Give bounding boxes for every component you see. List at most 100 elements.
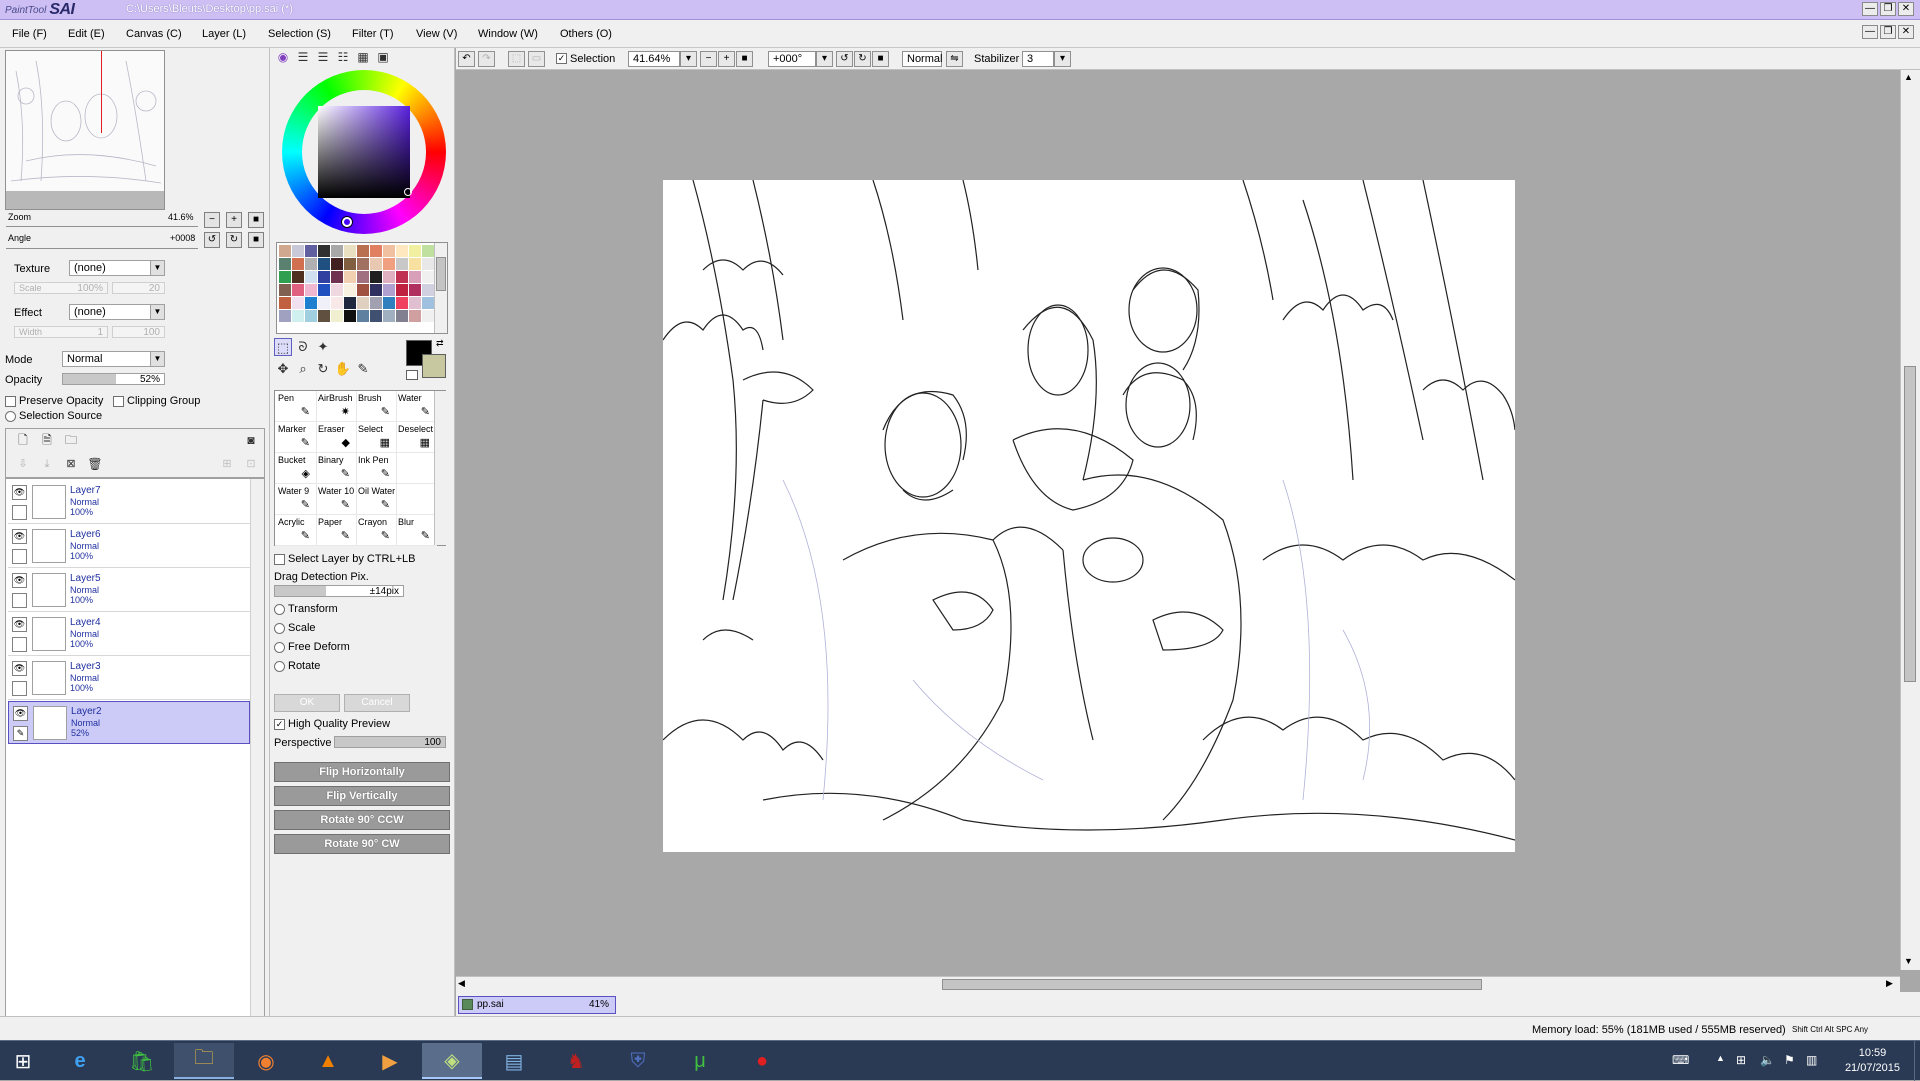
- undo-icon[interactable]: ↶: [458, 51, 475, 67]
- record-app-icon[interactable]: ●: [732, 1043, 792, 1079]
- doc-minimize-button[interactable]: —: [1862, 25, 1878, 39]
- preserve-opacity-checkbox[interactable]: [5, 396, 16, 407]
- brush-slot[interactable]: [395, 453, 437, 484]
- selection-visible-checkbox[interactable]: ✓: [556, 53, 567, 64]
- color-swatch[interactable]: [344, 258, 356, 270]
- eye-icon[interactable]: 👁: [13, 706, 28, 721]
- magic-wand-icon[interactable]: ✦: [314, 338, 332, 356]
- eye-icon[interactable]: 👁: [12, 485, 27, 500]
- apply-mask-icon[interactable]: ⊞: [218, 455, 236, 473]
- brush-slot[interactable]: Eraser ◆: [315, 422, 357, 453]
- taskbar-clock[interactable]: 10:59 21/07/2015: [1845, 1046, 1900, 1076]
- shield-app-icon[interactable]: ⛨: [608, 1043, 668, 1079]
- color-swatch[interactable]: [344, 310, 356, 322]
- rotate-reset-icon[interactable]: ■: [872, 51, 889, 67]
- color-swatch[interactable]: [292, 310, 304, 322]
- navigator-preview[interactable]: [5, 50, 165, 210]
- zoom-actual-icon[interactable]: ■: [736, 51, 753, 67]
- zoom-out-icon[interactable]: −: [700, 51, 717, 67]
- color-swatch[interactable]: [318, 284, 330, 296]
- new-layer-icon[interactable]: 🗋: [14, 431, 32, 449]
- file-explorer-icon[interactable]: 🗀: [174, 1043, 234, 1079]
- brush-slot[interactable]: AirBrush ✷: [315, 391, 357, 422]
- brush-slot[interactable]: Oil Water ✎: [355, 484, 397, 515]
- color-swatch[interactable]: [292, 245, 304, 257]
- scratchpad-tab-icon[interactable]: ▣: [374, 48, 392, 66]
- flip-view-icon[interactable]: ⇋: [946, 51, 963, 67]
- vlc-icon[interactable]: ▲: [298, 1043, 358, 1079]
- menu-others[interactable]: Others (O): [560, 28, 612, 40]
- color-swatch[interactable]: [370, 258, 382, 270]
- color-swatch[interactable]: [422, 284, 434, 296]
- swatches-scrollbar[interactable]: [434, 243, 447, 333]
- color-swatch[interactable]: [279, 284, 291, 296]
- color-swatch[interactable]: [422, 310, 434, 322]
- chevron-down-icon[interactable]: ▾: [1054, 51, 1071, 67]
- artboard[interactable]: [663, 180, 1515, 852]
- color-wheel-tab-icon[interactable]: ◉: [274, 48, 292, 66]
- canvas-vertical-scrollbar[interactable]: ▲ ▼: [1900, 70, 1920, 970]
- color-swatch[interactable]: [292, 284, 304, 296]
- color-swatch[interactable]: [305, 271, 317, 283]
- color-swatch[interactable]: [305, 284, 317, 296]
- zoom-in-button[interactable]: +: [226, 212, 242, 228]
- minimize-button[interactable]: —: [1862, 2, 1878, 16]
- menu-window[interactable]: Window (W): [478, 28, 538, 40]
- scroll-left-icon[interactable]: ◀: [458, 978, 465, 989]
- color-swatch[interactable]: [409, 310, 421, 322]
- brush-slot[interactable]: Paper ✎: [315, 515, 357, 546]
- layer-panel-toggle-icon[interactable]: ◙: [242, 431, 260, 449]
- brush-slot[interactable]: [395, 484, 437, 515]
- color-swatch[interactable]: [344, 284, 356, 296]
- clear-layer-icon[interactable]: ⊠: [62, 455, 80, 473]
- merge-down-icon[interactable]: ⤓: [38, 455, 56, 473]
- opacity-slider[interactable]: 52%: [62, 373, 165, 385]
- color-swatch[interactable]: [383, 310, 395, 322]
- windows-tray-icon[interactable]: ⊞: [1736, 1053, 1746, 1067]
- canvas-horizontal-scroll-thumb[interactable]: [942, 979, 1482, 990]
- rotate-cw-button[interactable]: Rotate 90° CW: [274, 834, 450, 854]
- brush-slot[interactable]: Water 9 ✎: [275, 484, 317, 515]
- color-swatch[interactable]: [357, 284, 369, 296]
- new-linked-layer-icon[interactable]: 🗎: [38, 431, 56, 449]
- layer-pen-toggle[interactable]: [12, 681, 27, 696]
- color-swatch[interactable]: [279, 258, 291, 270]
- brush-slot[interactable]: Ink Pen ✎: [355, 453, 397, 484]
- color-swatch[interactable]: [318, 245, 330, 257]
- document-tab[interactable]: pp.sai 41%: [458, 996, 616, 1014]
- selection-source-radio[interactable]: [5, 411, 16, 422]
- rect-select-icon[interactable]: ⬚: [274, 338, 292, 356]
- color-swatch[interactable]: [318, 310, 330, 322]
- color-swatch[interactable]: [396, 271, 408, 283]
- color-swatch[interactable]: [409, 258, 421, 270]
- layer-row[interactable]: 👁 Layer7 Normal 100%: [8, 481, 250, 524]
- drag-detection-slider[interactable]: ±14pix: [274, 585, 404, 597]
- angle-slider[interactable]: [6, 245, 198, 249]
- scroll-up-icon[interactable]: ▲: [1904, 72, 1913, 82]
- chevron-down-icon[interactable]: ▾: [816, 51, 833, 67]
- swap-colors-icon[interactable]: ⇄: [436, 338, 444, 349]
- color-swatch[interactable]: [318, 297, 330, 309]
- brush-slot[interactable]: Blur ✎: [395, 515, 437, 546]
- game-app-icon[interactable]: ♞: [546, 1043, 606, 1079]
- brush-grid-scrollbar[interactable]: [434, 391, 446, 545]
- blend-mode-dropdown[interactable]: Normal ▼: [62, 351, 165, 367]
- brush-slot[interactable]: Brush ✎: [355, 391, 397, 422]
- maximize-button[interactable]: ❐: [1880, 2, 1896, 16]
- color-swatch[interactable]: [344, 271, 356, 283]
- high-quality-preview-checkbox[interactable]: ✓: [274, 719, 285, 730]
- color-swatch[interactable]: [409, 245, 421, 257]
- effect-dropdown[interactable]: (none) ▼: [69, 304, 165, 320]
- color-swatch[interactable]: [422, 245, 434, 257]
- brush-slot[interactable]: Marker ✎: [275, 422, 317, 453]
- saturation-value-square[interactable]: [318, 106, 410, 198]
- color-swatch[interactable]: [396, 297, 408, 309]
- media-player-icon[interactable]: ▶: [360, 1043, 420, 1079]
- color-swatch[interactable]: [344, 297, 356, 309]
- transparent-color-icon[interactable]: [406, 370, 418, 380]
- doc-restore-button[interactable]: ❐: [1880, 25, 1896, 39]
- rotate-tool-icon[interactable]: ↻: [314, 360, 332, 378]
- zoom-field[interactable]: 41.64%: [628, 51, 680, 67]
- deselect-icon[interactable]: ⬚: [508, 51, 525, 67]
- scroll-down-icon[interactable]: ▼: [1904, 956, 1913, 966]
